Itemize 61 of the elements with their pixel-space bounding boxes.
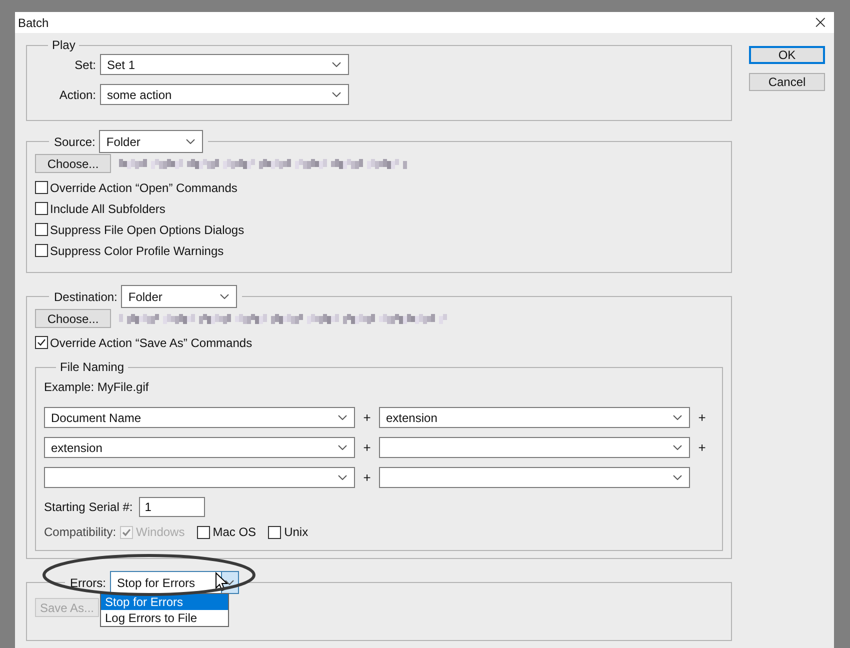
field-label: Destination: xyxy=(54,290,118,304)
checkbox-label: Include All Subfolders xyxy=(50,202,166,216)
checkbox[interactable] xyxy=(35,336,48,349)
chevron-down-icon xyxy=(225,580,234,584)
dropdown[interactable] xyxy=(379,437,690,458)
dropdown[interactable]: Set 1 xyxy=(100,54,349,75)
field-label: Action: xyxy=(58,88,96,102)
choose-button[interactable]: Choose... xyxy=(35,309,111,328)
dropdown-option[interactable]: Stop for Errors xyxy=(101,594,228,610)
example-text: Example: MyFile.gif xyxy=(44,380,150,394)
checkbox[interactable] xyxy=(35,202,48,215)
dropdown[interactable]: Folder xyxy=(99,130,204,153)
checkbox-label: Suppress Color Profile Warnings xyxy=(50,244,224,258)
ok-button[interactable]: OK xyxy=(749,46,825,64)
dropdown[interactable]: extension xyxy=(379,407,690,428)
chevron-down-icon xyxy=(220,294,230,298)
checkbox-label: Windows xyxy=(136,525,185,539)
checkbox-label: Override Action “Save As” Commands xyxy=(50,336,252,350)
dropdown[interactable]: Folder xyxy=(121,285,238,308)
plus-sign: + xyxy=(697,440,707,455)
chevron-down-icon xyxy=(186,138,196,144)
checkbox-label: Suppress File Open Options Dialogs xyxy=(50,222,244,236)
dropdown[interactable] xyxy=(44,467,355,488)
checkbox[interactable] xyxy=(268,526,282,538)
cancel-button[interactable]: Cancel xyxy=(749,73,825,91)
dropdown[interactable] xyxy=(379,467,690,488)
plus-sign: + xyxy=(362,410,372,425)
choose-button[interactable]: Choose... xyxy=(35,154,111,173)
chevron-down-icon xyxy=(338,414,347,420)
checkbox-label: Unix xyxy=(284,525,308,539)
chevron-down-icon xyxy=(673,474,682,480)
dropdown-option[interactable]: Log Errors to File xyxy=(101,610,228,626)
chevron-down-icon xyxy=(338,444,347,450)
group-title: File Naming xyxy=(60,360,124,374)
dropdown[interactable]: Document Name xyxy=(44,407,355,428)
checkbox[interactable] xyxy=(35,181,48,194)
plus-sign: + xyxy=(362,470,372,485)
close-button[interactable]: × xyxy=(806,14,834,32)
chevron-down-icon xyxy=(338,474,347,480)
checkbox-label: Mac OS xyxy=(212,525,256,539)
chevron-down-icon xyxy=(332,92,341,96)
checkbox[interactable] xyxy=(196,526,210,538)
group-title: Play xyxy=(52,38,76,52)
plus-sign: + xyxy=(362,440,372,455)
field-label: Errors: xyxy=(70,576,106,590)
field-label: Set: xyxy=(74,58,96,72)
chevron-down-icon xyxy=(673,444,682,450)
checkbox[interactable] xyxy=(35,223,48,236)
checkbox-label: Override Action “Open” Commands xyxy=(50,180,238,194)
serial-number-field[interactable]: 1 xyxy=(138,497,205,517)
field-label: Starting Serial #: xyxy=(44,500,133,514)
chevron-down-icon xyxy=(332,62,341,66)
checkbox[interactable] xyxy=(35,244,48,257)
field-label: Compatibility: xyxy=(44,525,116,539)
plus-sign: + xyxy=(697,410,707,425)
mouse-pointer-icon xyxy=(215,572,228,592)
dropdown[interactable]: some action xyxy=(100,84,349,105)
window-title: Batch xyxy=(18,16,49,30)
chevron-down-icon xyxy=(673,414,682,420)
field-label: Source: xyxy=(54,134,96,148)
dropdown[interactable]: extension xyxy=(44,437,355,458)
